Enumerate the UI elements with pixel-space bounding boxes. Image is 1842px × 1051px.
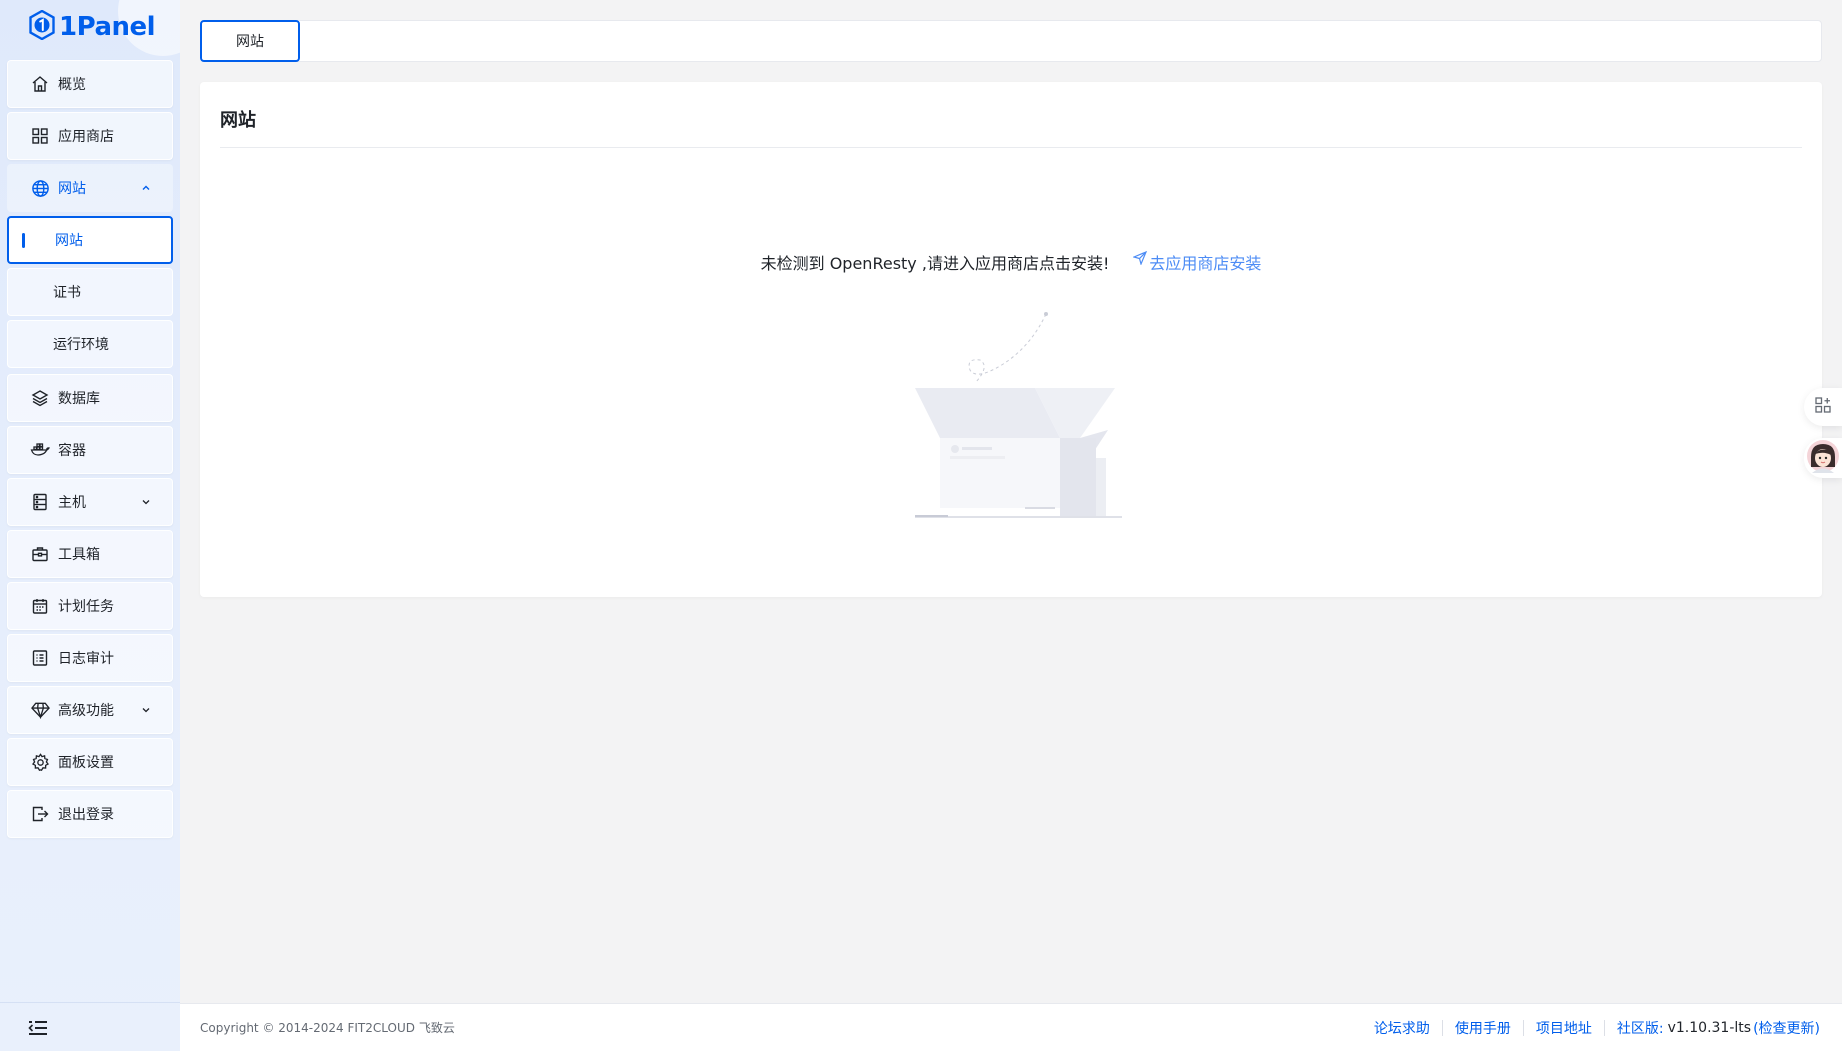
gear-icon bbox=[30, 752, 50, 772]
sidebar-item-label: 工具箱 bbox=[58, 547, 100, 563]
project-link[interactable]: 项目地址 bbox=[1536, 1018, 1592, 1038]
sidebar-item-label: 应用商店 bbox=[58, 129, 114, 145]
send-icon bbox=[1132, 250, 1148, 269]
sidebar-item-host[interactable]: 主机 bbox=[7, 478, 173, 526]
logo-icon bbox=[29, 9, 55, 44]
sidebar-item-label: 数据库 bbox=[58, 391, 100, 407]
home-icon bbox=[30, 74, 50, 94]
sidebar-item-containers[interactable]: 容器 bbox=[7, 426, 173, 474]
sidebar-item-label: 退出登录 bbox=[58, 807, 114, 823]
sidebar-item-databases[interactable]: 数据库 bbox=[7, 374, 173, 422]
logo[interactable]: 1Panel bbox=[29, 9, 156, 44]
avatar bbox=[1806, 439, 1840, 477]
sidebar-item-app-store[interactable]: 应用商店 bbox=[7, 112, 173, 160]
sidebar-subitem-label: 运行环境 bbox=[53, 337, 109, 353]
tab-websites[interactable]: 网站 bbox=[200, 20, 300, 62]
sidebar-item-label: 概览 bbox=[58, 77, 86, 93]
sidebar-item-cronjob[interactable]: 计划任务 bbox=[7, 582, 173, 630]
go-to-app-store-link[interactable]: 去应用商店安装 bbox=[1132, 250, 1262, 274]
main-card: 网站 未检测到 OpenResty ,请进入应用商店点击安装! 去应用商店安装 bbox=[200, 82, 1822, 597]
sidebar-menu: 概览 应用商店 网站 网站 证书 运行环境 数据库 容器 主机 工具箱 计划任务… bbox=[7, 60, 173, 842]
sidebar-item-logout[interactable]: 退出登录 bbox=[7, 790, 173, 838]
sidebar-item-toolbox[interactable]: 工具箱 bbox=[7, 530, 173, 578]
layers-icon bbox=[30, 388, 50, 408]
manual-link[interactable]: 使用手册 bbox=[1455, 1018, 1511, 1038]
chevron-down-icon bbox=[140, 704, 152, 716]
empty-state-message: 未检测到 OpenResty ,请进入应用商店点击安装! bbox=[760, 254, 1110, 273]
toolbox-icon bbox=[30, 544, 50, 564]
empty-state-message-row: 未检测到 OpenResty ,请进入应用商店点击安装! 去应用商店安装 bbox=[200, 250, 1822, 274]
footer-divider bbox=[1441, 1019, 1443, 1036]
collapse-menu-icon[interactable] bbox=[28, 1019, 48, 1037]
chevron-up-icon bbox=[140, 182, 152, 194]
sidebar-subitem-runtime[interactable]: 运行环境 bbox=[7, 320, 173, 368]
forum-link[interactable]: 论坛求助 bbox=[1374, 1018, 1430, 1038]
sidebar-item-label: 高级功能 bbox=[58, 703, 114, 719]
diamond-icon bbox=[30, 700, 50, 720]
sidebar-item-overview[interactable]: 概览 bbox=[7, 60, 173, 108]
server-icon bbox=[30, 492, 50, 512]
sidebar-item-websites[interactable]: 网站 bbox=[7, 164, 173, 212]
grid-icon bbox=[30, 126, 50, 146]
sidebar-item-label: 容器 bbox=[58, 443, 86, 459]
sidebar-item-advanced[interactable]: 高级功能 bbox=[7, 686, 173, 734]
title-divider bbox=[220, 147, 1802, 148]
empty-box-illustration bbox=[910, 308, 1140, 523]
chevron-down-icon bbox=[140, 496, 152, 508]
check-update-link[interactable]: (检查更新) bbox=[1753, 1018, 1820, 1038]
sidebar-subitem-websites[interactable]: 网站 bbox=[7, 216, 173, 264]
footer-divider bbox=[1522, 1019, 1524, 1036]
sidebar-item-label: 网站 bbox=[58, 181, 86, 197]
log-icon bbox=[30, 648, 50, 668]
version-text: v1.10.31-lts bbox=[1667, 1019, 1752, 1036]
sidebar-divider bbox=[0, 1002, 180, 1003]
quick-app-button[interactable] bbox=[1804, 388, 1842, 426]
copyright-text: Copyright © 2014-2024 FIT2CLOUD 飞致云 bbox=[200, 1021, 455, 1035]
sidebar-subitem-certificates[interactable]: 证书 bbox=[7, 268, 173, 316]
sidebar-subitem-label: 证书 bbox=[53, 285, 81, 301]
go-to-app-store-label: 去应用商店安装 bbox=[1149, 254, 1262, 273]
sidebar-item-label: 主机 bbox=[58, 495, 86, 511]
sidebar-subitem-label: 网站 bbox=[55, 233, 83, 249]
apps-add-icon bbox=[1814, 396, 1832, 418]
page-title: 网站 bbox=[220, 110, 256, 131]
logout-icon bbox=[30, 804, 50, 824]
sidebar-item-label: 面板设置 bbox=[58, 755, 114, 771]
docker-icon bbox=[30, 440, 50, 460]
sidebar-item-label: 日志审计 bbox=[58, 651, 114, 667]
globe-icon bbox=[30, 178, 50, 198]
footer-links: 论坛求助 使用手册 项目地址 社区版: v1.10.31-lts (检查更新) bbox=[1374, 1018, 1820, 1038]
edition-label: 社区版: bbox=[1616, 1020, 1664, 1037]
sidebar-item-logs[interactable]: 日志审计 bbox=[7, 634, 173, 682]
sidebar-item-settings[interactable]: 面板设置 bbox=[7, 738, 173, 786]
logo-text: 1Panel bbox=[59, 12, 156, 42]
tab-bar: 网站 bbox=[200, 20, 1822, 62]
footer-divider bbox=[1603, 1019, 1605, 1036]
sidebar: 1Panel 概览 应用商店 网站 网站 证书 运行环境 数据库 容器 主机 工… bbox=[0, 0, 180, 1051]
assistant-avatar-button[interactable] bbox=[1804, 438, 1842, 478]
footer: Copyright © 2014-2024 FIT2CLOUD 飞致云 论坛求助… bbox=[180, 1003, 1842, 1051]
sidebar-item-label: 计划任务 bbox=[58, 599, 114, 615]
calendar-icon bbox=[30, 596, 50, 616]
